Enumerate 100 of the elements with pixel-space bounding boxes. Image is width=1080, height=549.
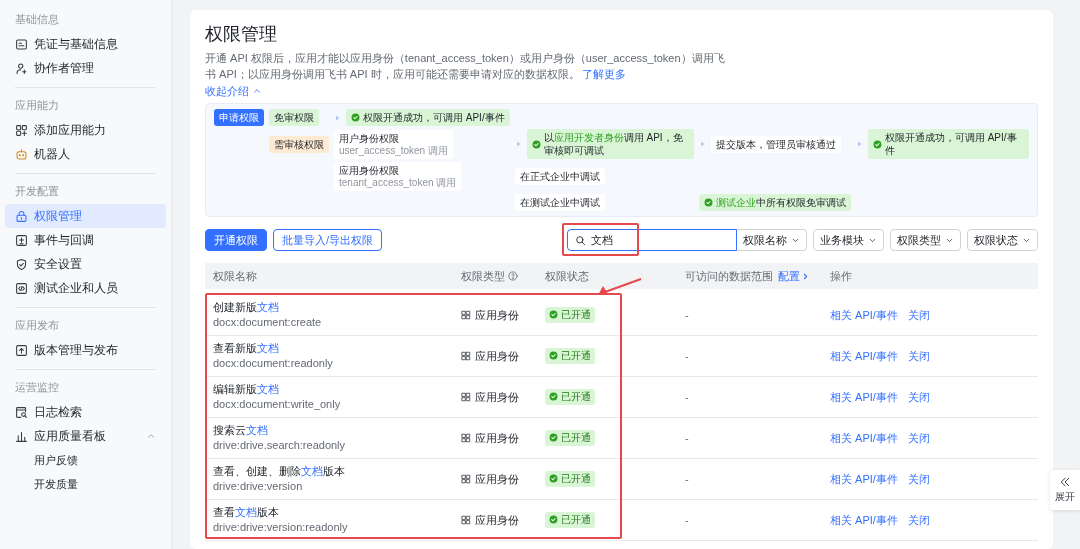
grid-icon xyxy=(461,310,471,320)
identity-type: 应用身份 xyxy=(475,512,519,528)
filter-dropdown[interactable]: 业务模块 xyxy=(813,229,884,251)
sidebar-item[interactable]: 机器人 xyxy=(5,142,166,166)
search-field[interactable]: 文档 xyxy=(567,229,737,251)
column-header: 权限状态 xyxy=(545,268,589,284)
section-heading: 应用能力 xyxy=(14,98,60,113)
action-link[interactable]: 关闭 xyxy=(907,470,930,488)
double-chevron-left-icon xyxy=(1059,476,1071,488)
person-add-icon xyxy=(15,61,28,75)
identity-type: 应用身份 xyxy=(475,430,519,446)
sidebar-item[interactable]: 版本管理与发布 xyxy=(5,338,166,362)
status-badge: 已开通 xyxy=(545,388,595,405)
enable-permission-button[interactable]: 开通权限 xyxy=(205,229,267,251)
section-heading: 基础信息 xyxy=(14,12,60,27)
sidebar-item[interactable]: 应用质量看板 xyxy=(5,424,166,448)
search-input[interactable]: 文档 xyxy=(591,231,729,249)
check-circle-icon xyxy=(872,139,882,149)
bar-chart-icon xyxy=(15,429,28,443)
grid-icon xyxy=(461,351,471,361)
description: 开通 API 权限后，应用才能以应用身份（tenant_access_token）或用户身份（user_access_token）调用飞书 API；以应用身份调用飞书 API 时，应用可能还需要申请对应的数据权限。 了解更多 xyxy=(205,51,726,82)
action-link[interactable]: 相关 API/事件 xyxy=(830,306,898,324)
lock-icon xyxy=(15,209,28,223)
sidebar-item[interactable]: 协作者管理 xyxy=(5,56,166,80)
section-heading: 应用发布 xyxy=(14,318,60,333)
sidebar-item[interactable]: 凭证与基础信息 xyxy=(5,32,166,56)
permission-scope: drive:drive:version:readonly xyxy=(213,520,349,535)
step-label: 用户身份权限 xyxy=(339,131,400,145)
collapse-intro-link[interactable]: 收起介绍 xyxy=(205,83,262,99)
permission-scope: docx:document:write_only xyxy=(213,397,342,412)
sidebar-item[interactable]: 安全设置 xyxy=(5,252,166,276)
sidebar-item[interactable]: 权限管理 xyxy=(5,204,166,228)
action-link[interactable]: 相关 API/事件 xyxy=(830,470,898,488)
arrow-icon xyxy=(514,140,523,148)
data-range: - xyxy=(685,349,689,362)
step-note: user_access_token 调用 xyxy=(339,144,448,157)
status-badge: 已开通 xyxy=(545,511,595,528)
action-link[interactable]: 关闭 xyxy=(907,347,930,365)
action-link[interactable]: 关闭 xyxy=(907,306,930,324)
import-export-button[interactable]: 批量导入/导出权限 xyxy=(273,229,383,251)
configure-link[interactable]: 配置 xyxy=(778,267,810,285)
action-link[interactable]: 相关 API/事件 xyxy=(830,347,898,365)
identity-type: 应用身份 xyxy=(475,307,519,323)
permission-name: 查看新版文档 xyxy=(213,341,280,356)
chevron-right-icon xyxy=(801,271,810,281)
action-link[interactable]: 相关 API/事件 xyxy=(830,511,898,529)
sidebar-item[interactable]: 日志检索 xyxy=(5,400,166,424)
filter-dropdown[interactable]: 权限状态 xyxy=(967,229,1038,251)
upload-icon xyxy=(15,343,28,357)
permission-name: 查看文档版本 xyxy=(213,505,280,520)
page-title: 权限管理 xyxy=(205,23,278,46)
action-link[interactable]: 关闭 xyxy=(907,511,930,529)
check-circle-icon xyxy=(531,139,541,149)
check-circle-icon xyxy=(351,113,360,122)
status-badge: 已开通 xyxy=(545,347,595,364)
learn-more-link[interactable]: 了解更多 xyxy=(581,68,626,80)
flow-tag: 申请权限 xyxy=(214,109,264,126)
action-link[interactable]: 相关 API/事件 xyxy=(830,429,898,447)
search-icon xyxy=(575,234,586,246)
flow-tag: 需审核权限 xyxy=(269,135,329,153)
filter-dropdown[interactable]: 权限名称 xyxy=(737,229,807,251)
action-link[interactable]: 相关 API/事件 xyxy=(830,388,898,406)
result-text: 以应用开发者身份调用 API，免审核即可调试 xyxy=(543,131,684,157)
section-heading: 运营监控 xyxy=(14,380,60,395)
result-text: 权限开通成功，可调用 API/事件 xyxy=(363,111,505,124)
sidebar-subitem[interactable]: 开发质量 xyxy=(5,472,166,496)
action-link[interactable]: 关闭 xyxy=(907,388,930,406)
grid-plus-icon xyxy=(15,123,28,137)
filter-dropdown[interactable]: 权限类型 xyxy=(890,229,961,251)
sidebar-item[interactable]: 事件与回调 xyxy=(5,228,166,252)
sidebar-item[interactable]: 测试企业和人员 xyxy=(5,276,166,300)
grid-icon xyxy=(461,433,471,443)
check-circle-icon xyxy=(549,433,558,442)
id-card-icon xyxy=(15,37,28,51)
arrow-icon xyxy=(698,140,707,148)
data-range: - xyxy=(685,431,689,444)
status-badge: 已开通 xyxy=(545,306,595,323)
grid-icon xyxy=(461,474,471,484)
action-link[interactable]: 关闭 xyxy=(907,429,930,447)
step-label: 应用身份权限 xyxy=(339,164,400,177)
expand-button[interactable]: 展开 xyxy=(1050,470,1080,510)
permission-name: 查看、创建、删除文档版本 xyxy=(213,464,346,479)
sidebar-item[interactable]: 添加应用能力 xyxy=(5,118,166,142)
result-text: 测试企业中所有权限免审调试 xyxy=(715,196,846,209)
section-heading: 开发配置 xyxy=(14,184,60,199)
log-search-icon xyxy=(15,405,28,419)
permission-scope: docx:document:readonly xyxy=(213,356,334,371)
sidebar-subitem[interactable]: 用户反馈 xyxy=(5,448,166,472)
step-note: tenant_access_token 调用 xyxy=(339,177,457,189)
data-range: - xyxy=(685,472,689,485)
shield-icon xyxy=(15,257,28,271)
result-text: 权限开通成功，可调用 API/事件 xyxy=(884,131,1018,157)
identity-type: 应用身份 xyxy=(475,471,519,487)
robot-icon xyxy=(15,147,28,161)
permission-name: 编辑新版文档 xyxy=(213,382,280,397)
check-circle-icon xyxy=(549,392,558,401)
grid-icon xyxy=(461,515,471,525)
column-header: 操作 xyxy=(830,268,852,284)
flow-step: 提交版本，管理员审核通过 xyxy=(710,135,841,153)
identity-type: 应用身份 xyxy=(475,389,519,405)
